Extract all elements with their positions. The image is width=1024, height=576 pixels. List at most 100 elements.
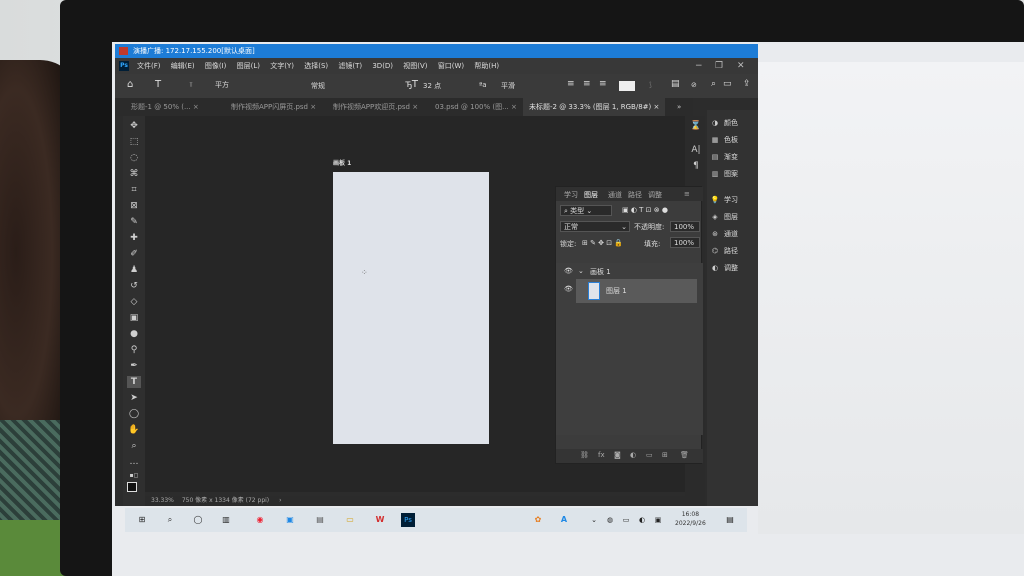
menu-select[interactable]: 选择(S): [304, 62, 328, 70]
file-explorer-icon[interactable]: ▭: [343, 513, 357, 527]
eyedropper-icon[interactable]: ✎: [127, 216, 141, 228]
menu-layer[interactable]: 图层(L): [237, 62, 260, 70]
panel-paths[interactable]: ⌬ 路径: [710, 244, 738, 258]
artboard-label[interactable]: 画板 1: [333, 158, 351, 167]
tab-doc-2[interactable]: 制作视频APP闪屏页.psd ×: [225, 98, 322, 116]
remote-titlebar[interactable]: 演播广播: 172.17.155.200[默认桌面]: [115, 44, 758, 58]
lasso-tool-icon[interactable]: ◌: [127, 152, 141, 164]
chevron-down-icon[interactable]: ⌄: [578, 267, 584, 275]
align-left-icon[interactable]: ≡: [567, 79, 575, 89]
hand-tool-icon[interactable]: ✋: [127, 424, 141, 436]
align-right-icon[interactable]: ≡: [599, 79, 607, 89]
menu-3d[interactable]: 3D(D): [372, 62, 393, 70]
panel-layers[interactable]: ◈ 图层: [710, 210, 738, 224]
adjustment-layer-icon[interactable]: ◐: [630, 451, 636, 459]
foreground-color-swatch[interactable]: [127, 482, 137, 492]
menu-help[interactable]: 帮助(H): [474, 62, 499, 70]
menu-window[interactable]: 窗口(W): [438, 62, 464, 70]
minimize-icon[interactable]: −: [695, 58, 703, 74]
tray-network-icon[interactable]: ▭: [619, 513, 633, 527]
panel-menu-icon[interactable]: ≡: [684, 190, 690, 198]
blend-mode-select[interactable]: 正常 ⌄: [560, 221, 630, 232]
quick-select-icon[interactable]: ⌘: [127, 168, 141, 180]
menu-edit[interactable]: 编辑(E): [171, 62, 195, 70]
layer-filter-select[interactable]: ⌕ 类型 ⌄: [560, 205, 612, 216]
blur-tool-icon[interactable]: ●: [127, 328, 141, 340]
frame-tool-icon[interactable]: ⊠: [127, 200, 141, 212]
warp-text-icon[interactable]: ⟆: [649, 81, 652, 89]
new-group-icon[interactable]: ▭: [646, 451, 653, 459]
panel-learn[interactable]: 💡 学习: [710, 193, 738, 207]
tab-layers[interactable]: 图层: [584, 190, 598, 200]
stamp-tool-icon[interactable]: ♟: [127, 264, 141, 276]
photoshop-icon[interactable]: Ps: [401, 513, 415, 527]
healing-brush-icon[interactable]: ✚: [127, 232, 141, 244]
type-tool-icon[interactable]: T: [155, 79, 161, 90]
tab-learn[interactable]: 学习: [564, 190, 578, 200]
character-panel-icon[interactable]: A|: [689, 144, 703, 156]
brush-tool-icon[interactable]: ✐: [127, 248, 141, 260]
task-view-icon[interactable]: ◯: [191, 513, 205, 527]
tray-shield-icon[interactable]: ◍: [603, 513, 617, 527]
character-panel-icon[interactable]: ▤: [671, 79, 680, 89]
tabs-overflow-icon[interactable]: »: [671, 98, 687, 116]
workspace-icon[interactable]: ▭: [723, 79, 732, 89]
fill-input[interactable]: 100%: [670, 237, 700, 248]
crop-tool-icon[interactable]: ⌗: [127, 184, 141, 196]
visibility-eye-icon[interactable]: 👁: [564, 285, 573, 293]
wps-icon[interactable]: W: [373, 513, 387, 527]
menu-type[interactable]: 文字(Y): [270, 62, 294, 70]
tab-adjustments[interactable]: 调整: [648, 190, 662, 200]
link-layers-icon[interactable]: ⛓: [580, 451, 589, 459]
menu-file[interactable]: 文件(F): [137, 62, 161, 70]
photos-icon[interactable]: ▤: [313, 513, 327, 527]
eraser-tool-icon[interactable]: ◇: [127, 296, 141, 308]
panel-channels[interactable]: ⊛ 通道: [710, 227, 738, 241]
home-icon[interactable]: ⌂: [127, 79, 133, 90]
ellipse-tool-icon[interactable]: ◯: [127, 408, 141, 420]
text-color-swatch[interactable]: [619, 81, 635, 91]
zoom-tool-icon[interactable]: ⌕: [127, 440, 141, 452]
restore-icon[interactable]: ❐: [715, 58, 723, 74]
antialias-select[interactable]: 平滑: [501, 81, 515, 91]
widgets-icon[interactable]: ▥: [219, 513, 233, 527]
visibility-eye-icon[interactable]: 👁: [564, 267, 573, 275]
panel-patterns[interactable]: ▥ 图案: [710, 167, 738, 181]
type-tool-icon[interactable]: T: [127, 376, 141, 388]
tray-volume-icon[interactable]: ◐: [635, 513, 649, 527]
tab-doc-active[interactable]: 未标题-2 @ 33.3% (图层 1, RGB/8#) ×: [523, 98, 666, 116]
search-icon[interactable]: ⌕: [711, 79, 716, 89]
default-colors-icon[interactable]: ▪◻: [127, 470, 141, 482]
opacity-input[interactable]: 100%: [670, 221, 700, 232]
notification-icon[interactable]: ▤: [723, 513, 737, 527]
font-style-select[interactable]: 常规: [311, 81, 401, 91]
fx-button[interactable]: fx: [598, 451, 605, 459]
tray-a-icon[interactable]: A: [557, 513, 571, 527]
tab-channels[interactable]: 通道: [608, 190, 622, 200]
tray-app-icon[interactable]: ✿: [531, 513, 545, 527]
align-center-icon[interactable]: ≡: [583, 79, 591, 89]
tray-icons[interactable]: ⌄: [587, 513, 601, 527]
status-arrow-icon[interactable]: ›: [279, 497, 281, 504]
panel-gradients[interactable]: ▤ 渐变: [710, 150, 738, 164]
store-icon[interactable]: ▣: [283, 513, 297, 527]
pen-tool-icon[interactable]: ✒: [127, 360, 141, 372]
artboard-canvas[interactable]: [333, 172, 489, 444]
move-tool-icon[interactable]: ✥: [127, 120, 141, 132]
font-size-select[interactable]: 32 点: [423, 81, 441, 91]
history-panel-icon[interactable]: ⌛: [689, 120, 703, 132]
delete-layer-icon[interactable]: 🗑: [680, 451, 689, 459]
add-mask-icon[interactable]: ◙: [614, 451, 621, 459]
chrome-icon[interactable]: ◉: [253, 513, 267, 527]
marquee-tool-icon[interactable]: ⬚: [127, 136, 141, 148]
close-icon[interactable]: ✕: [737, 58, 745, 74]
menu-filter[interactable]: 滤镜(T): [338, 62, 362, 70]
history-brush-icon[interactable]: ↺: [127, 280, 141, 292]
lock-icons[interactable]: ⊞ ✎ ✥ ⊡ 🔒: [582, 239, 623, 247]
menu-image[interactable]: 图像(I): [205, 62, 227, 70]
zoom-level[interactable]: 33.33%: [151, 497, 174, 504]
dodge-tool-icon[interactable]: ⚲: [127, 344, 141, 356]
tab-doc-1[interactable]: 形题-1 @ 50% (... ×: [125, 98, 205, 116]
tab-doc-4[interactable]: 03.psd @ 100% (图... ×: [429, 98, 523, 116]
paragraph-panel-icon[interactable]: ¶: [689, 160, 703, 172]
